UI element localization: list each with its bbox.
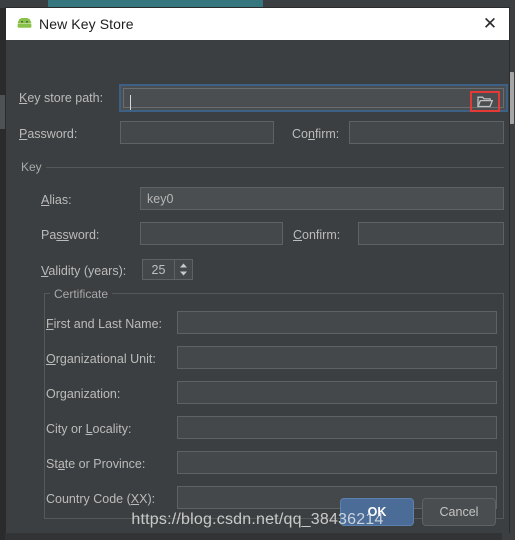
cancel-button[interactable]: Cancel [422,498,496,526]
dialog-title: New Key Store [39,16,134,32]
new-key-store-dialog: New Key Store ✕ Key store path: Password… [5,7,510,533]
stepper-arrows-icon[interactable] [175,260,192,279]
close-icon[interactable]: ✕ [481,15,499,33]
cert-organization-input[interactable] [177,381,497,404]
android-robot-icon [14,16,34,32]
key-confirm-input[interactable] [358,222,504,245]
key-group-separator [44,167,504,168]
dialog-body: Key store path: Password: Confirm: Key A… [6,40,509,533]
cert-first-last-name-input[interactable] [177,311,497,334]
cert-city-or-locality-label: City or Locality: [46,422,132,436]
key-store-password-input[interactable] [120,121,274,144]
browse-folder-button[interactable] [470,91,500,112]
key-alias-value: key0 [147,191,174,206]
key-store-confirm-label: Confirm: [292,127,340,141]
ide-active-tab[interactable] [48,0,263,7]
key-alias-label: Alias: [41,193,72,207]
cert-first-last-name-label: First and Last Name: [46,317,163,331]
key-validity-label: Validity (years): [41,264,127,278]
key-validity-value: 25 [143,260,175,279]
key-store-password-label: Password: [19,127,78,141]
folder-open-icon [477,96,493,108]
key-store-path-label: Key store path: [19,91,104,105]
text-caret [130,95,131,110]
key-password-label: Password: [41,228,100,242]
cert-city-or-locality-input[interactable] [177,416,497,439]
key-alias-input[interactable]: key0 [140,187,504,210]
certificate-group-legend: Certificate [50,287,113,301]
key-store-confirm-input[interactable] [349,121,504,144]
cert-state-or-province-label: State or Province: [46,457,146,471]
cert-organizational-unit-input[interactable] [177,346,497,369]
screen: New Key Store ✕ Key store path: Password… [0,0,515,540]
cert-country-code-label: Country Code (XX): [46,492,156,506]
key-store-path-input[interactable] [119,84,508,112]
cert-organizational-unit-label: Organizational Unit: [46,352,156,366]
key-store-path-input-inner [123,88,504,112]
cert-organization-label: Organization: [46,387,121,401]
dialog-titlebar: New Key Store ✕ [6,8,509,40]
cert-state-or-province-input[interactable] [177,451,497,474]
key-password-input[interactable] [140,222,283,245]
ok-button[interactable]: OK [340,498,414,526]
key-group-legend: Key [17,160,46,174]
key-confirm-label: Confirm: [293,228,341,242]
key-validity-stepper[interactable]: 25 [142,259,193,280]
